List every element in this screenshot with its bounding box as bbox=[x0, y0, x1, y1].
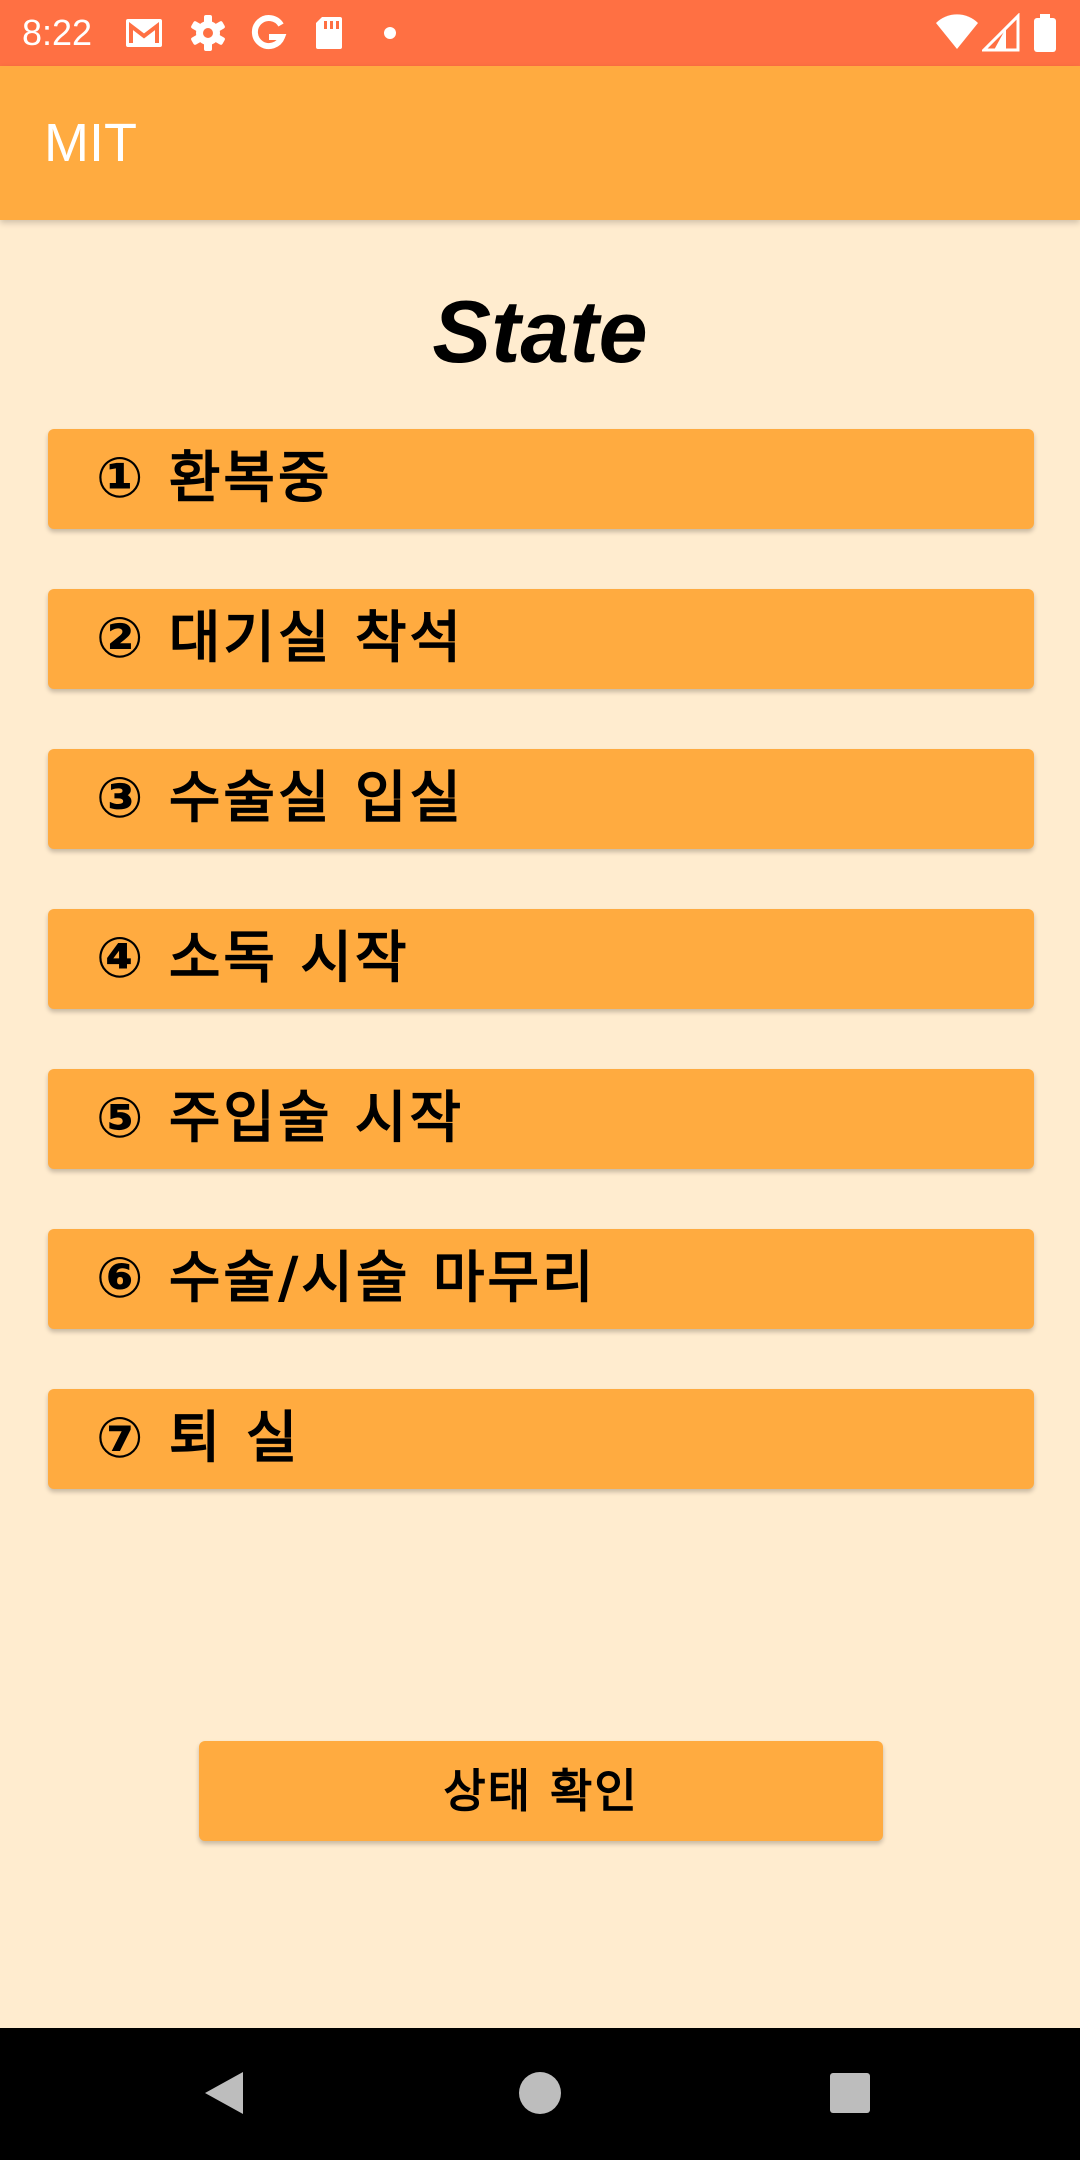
dot-icon bbox=[372, 13, 412, 53]
state-button-discharge[interactable]: ⑦ 퇴 실 bbox=[48, 1389, 1034, 1489]
app-bar: MIT bbox=[0, 66, 1080, 220]
status-bar: 8:22 bbox=[0, 0, 1080, 66]
state-heading: State bbox=[432, 282, 648, 381]
signal-icon bbox=[980, 12, 1022, 53]
state-button-surgery-finish[interactable]: ⑥ 수술/시술 마무리 bbox=[48, 1229, 1034, 1329]
state-button-waiting-room[interactable]: ② 대기실 착석 bbox=[48, 589, 1034, 689]
status-time: 8:22 bbox=[22, 12, 93, 53]
navigation-bar bbox=[0, 2028, 1080, 2160]
home-icon[interactable] bbox=[505, 2058, 575, 2128]
settings-icon bbox=[188, 13, 228, 53]
sd-card-icon bbox=[308, 13, 348, 53]
google-icon bbox=[248, 13, 288, 53]
state-button-enter-operating-room[interactable]: ③ 수술실 입실 bbox=[48, 749, 1034, 849]
wifi-icon bbox=[934, 13, 980, 53]
back-icon[interactable] bbox=[191, 2058, 261, 2128]
check-state-button[interactable]: 상태 확인 bbox=[199, 1741, 883, 1841]
battery-icon bbox=[1030, 13, 1060, 53]
state-button-changing[interactable]: ① 환복중 bbox=[48, 429, 1034, 529]
recents-icon[interactable] bbox=[815, 2058, 885, 2128]
state-button-injection-start[interactable]: ⑤ 주입술 시작 bbox=[48, 1069, 1034, 1169]
state-button-disinfection-start[interactable]: ④ 소독 시작 bbox=[48, 909, 1034, 1009]
app-title: MIT bbox=[44, 113, 137, 173]
gmail-icon bbox=[124, 13, 164, 53]
